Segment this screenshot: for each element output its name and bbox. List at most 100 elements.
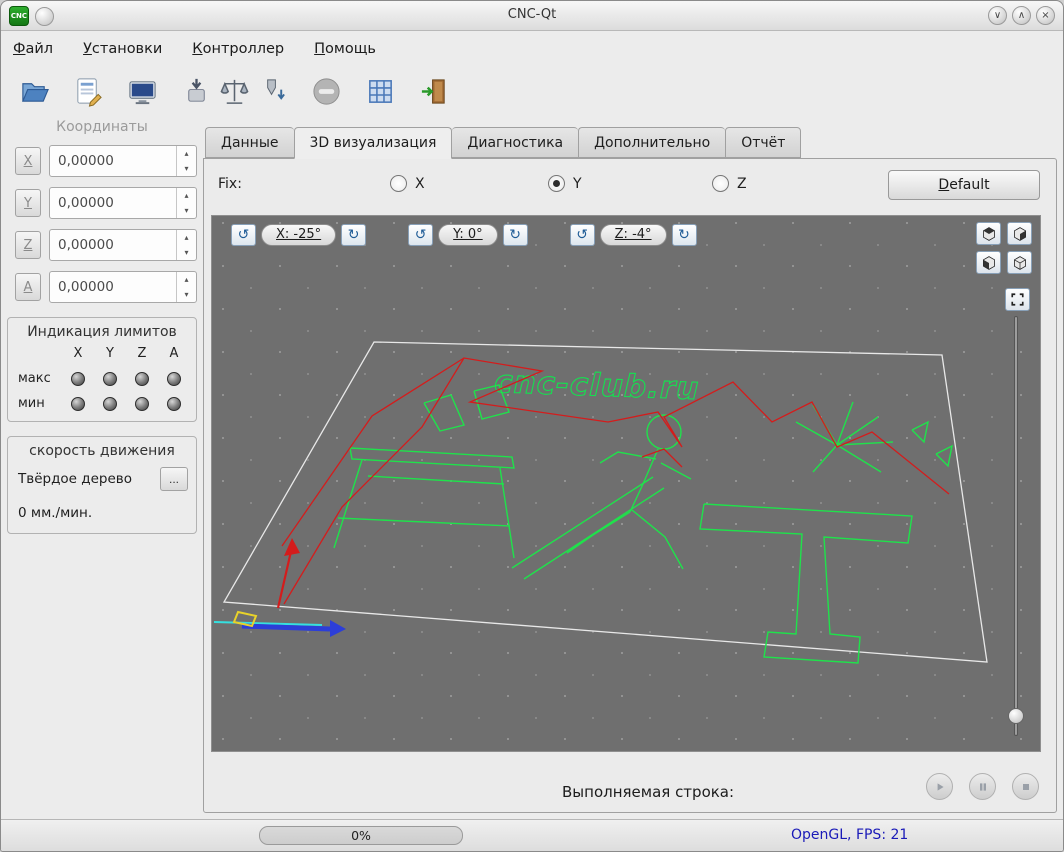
rotation-z-value[interactable]: Z: -4° xyxy=(599,224,667,246)
limit-led-min-z xyxy=(135,396,149,411)
tab-pane-3d: Fix: X Y Z Default ↺ X: -25° ↻ ↺ Y: 0° ↻… xyxy=(203,158,1057,813)
axis-y-button[interactable]: Y xyxy=(15,189,41,217)
feed-rate-label: 0 мм./мин. xyxy=(18,505,93,521)
view-iso-2-button[interactable] xyxy=(1007,222,1032,245)
a-coordinate-spinbox[interactable]: ▴ ▾ xyxy=(49,271,197,303)
limits-row-min: мин xyxy=(18,396,45,411)
radio-checked-icon[interactable] xyxy=(548,175,565,192)
3d-viewport[interactable]: ↺ X: -25° ↻ ↺ Y: 0° ↻ ↺ Z: -4° ↻ cnc-clu… xyxy=(211,215,1041,752)
stop-button[interactable] xyxy=(307,72,345,110)
titlebar[interactable]: CNC CNC-Qt ∨ ∧ × xyxy=(1,1,1063,31)
start-button[interactable] xyxy=(926,773,953,800)
axis-row-y: Y ▴ ▾ xyxy=(7,187,197,219)
exit-button[interactable] xyxy=(415,72,453,110)
spin-up-icon[interactable]: ▴ xyxy=(177,272,196,287)
material-label: Твёрдое дерево xyxy=(18,471,132,487)
grid-dots xyxy=(212,216,1040,751)
menu-help[interactable]: Помощь xyxy=(314,41,376,57)
exit-door-icon xyxy=(421,78,445,104)
rotate-x-left-button[interactable]: ↺ xyxy=(231,224,256,246)
radio-icon[interactable] xyxy=(712,175,729,192)
menu-settings[interactable]: Установки xyxy=(83,41,162,57)
spindle-down-icon xyxy=(266,78,285,100)
default-button[interactable]: Default xyxy=(888,170,1040,200)
rotate-x-right-button[interactable]: ↻ xyxy=(341,224,367,246)
x-coordinate-value[interactable] xyxy=(50,146,176,176)
axis-a-button[interactable]: A xyxy=(15,273,41,301)
axis-x-button[interactable]: X xyxy=(15,147,41,175)
axis-row-x: X ▴ ▾ xyxy=(7,145,197,177)
fix-radio-x[interactable]: X xyxy=(390,175,425,192)
limit-led-min-a xyxy=(167,396,181,411)
rotate-y-left-button[interactable]: ↺ xyxy=(408,224,434,246)
tab-data[interactable]: Данные xyxy=(205,127,294,158)
radio-icon[interactable] xyxy=(390,175,407,192)
material-more-button[interactable]: ... xyxy=(160,467,188,491)
menu-file[interactable]: Файл xyxy=(13,41,53,57)
minimize-button[interactable]: ∨ xyxy=(988,6,1007,25)
tab-diagnostics[interactable]: Диагностика xyxy=(452,127,579,158)
y-coordinate-spinbox[interactable]: ▴ ▾ xyxy=(49,187,197,219)
spin-up-icon[interactable]: ▴ xyxy=(177,230,196,245)
a-coordinate-value[interactable] xyxy=(50,272,176,302)
zoom-slider[interactable] xyxy=(1008,316,1024,736)
controller-button[interactable] xyxy=(123,72,161,110)
view-iso-4-button[interactable] xyxy=(1007,251,1032,274)
tab-additional[interactable]: Дополнительно xyxy=(578,127,726,158)
tool-setup-button[interactable] xyxy=(253,72,291,110)
fit-view-button[interactable] xyxy=(1005,288,1030,311)
cube-icon xyxy=(1013,255,1026,270)
spin-up-icon[interactable]: ▴ xyxy=(177,146,196,161)
limits-col-a: A xyxy=(169,346,179,361)
open-folder-icon xyxy=(21,82,49,102)
opengl-fps-label: OpenGL, FPS: 21 xyxy=(791,827,909,843)
stop-icon xyxy=(312,77,340,105)
watermark-text: cnc-club.ru xyxy=(494,364,700,407)
rotate-y-right-button[interactable]: ↻ xyxy=(502,224,528,246)
grid-icon xyxy=(368,79,392,103)
fix-radio-y[interactable]: Y xyxy=(548,175,582,192)
x-coordinate-spinbox[interactable]: ▴ ▾ xyxy=(49,145,197,177)
spin-down-icon[interactable]: ▾ xyxy=(177,203,196,218)
sidebar: Координаты X ▴ ▾ Y ▴ ▾ Z xyxy=(7,119,197,534)
spin-up-icon[interactable]: ▴ xyxy=(177,188,196,203)
spin-down-icon[interactable]: ▾ xyxy=(177,245,196,260)
rotation-y-value[interactable]: Y: 0° xyxy=(438,224,498,246)
rotate-z-right-button[interactable]: ↻ xyxy=(671,224,697,246)
edit-settings-icon xyxy=(76,77,102,107)
y-coordinate-value[interactable] xyxy=(50,188,176,218)
spin-down-icon[interactable]: ▾ xyxy=(177,287,196,302)
rotate-z-left-button[interactable]: ↺ xyxy=(569,224,595,246)
program-settings-button[interactable] xyxy=(69,72,107,110)
open-file-button[interactable] xyxy=(15,72,53,110)
slider-track[interactable] xyxy=(1014,316,1018,736)
abort-button[interactable] xyxy=(1012,773,1039,800)
upload-firmware-button[interactable] xyxy=(177,72,215,110)
z-coordinate-value[interactable] xyxy=(50,230,176,260)
grid-button[interactable] xyxy=(361,72,399,110)
close-button[interactable]: × xyxy=(1036,6,1055,25)
tab-report[interactable]: Отчёт xyxy=(725,127,802,158)
fix-radio-x-label: X xyxy=(415,175,425,192)
axis-z-button[interactable]: Z xyxy=(15,231,41,259)
fix-radio-z[interactable]: Z xyxy=(712,175,747,192)
limits-col-z: Z xyxy=(137,346,147,361)
maximize-button[interactable]: ∧ xyxy=(1012,6,1031,25)
rotation-x-value[interactable]: X: -25° xyxy=(261,224,337,246)
view-iso-3-button[interactable] xyxy=(976,251,1001,274)
monitor-icon xyxy=(128,80,156,104)
rotation-controls: ↺ X: -25° ↻ ↺ Y: 0° ↻ ↺ Z: -4° ↻ xyxy=(226,224,702,246)
fix-radio-z-label: Z xyxy=(737,175,747,192)
fix-row: Fix: X Y Z Default xyxy=(204,167,1056,203)
slider-handle[interactable] xyxy=(1008,708,1024,724)
menu-controller[interactable]: Контроллер xyxy=(192,41,284,57)
scales-button[interactable] xyxy=(215,72,253,110)
axis-row-a: A ▴ ▾ xyxy=(7,271,197,303)
toolpath-scene[interactable]: cnc-club.ru xyxy=(212,216,1041,752)
pause-button[interactable] xyxy=(969,773,996,800)
tab-3d-visualization[interactable]: 3D визуализация xyxy=(293,127,453,159)
view-iso-1-button[interactable] xyxy=(976,222,1001,245)
z-coordinate-spinbox[interactable]: ▴ ▾ xyxy=(49,229,197,261)
spin-down-icon[interactable]: ▾ xyxy=(177,161,196,176)
main-tabwidget: Данные 3D визуализация Диагностика Допол… xyxy=(203,127,1057,813)
